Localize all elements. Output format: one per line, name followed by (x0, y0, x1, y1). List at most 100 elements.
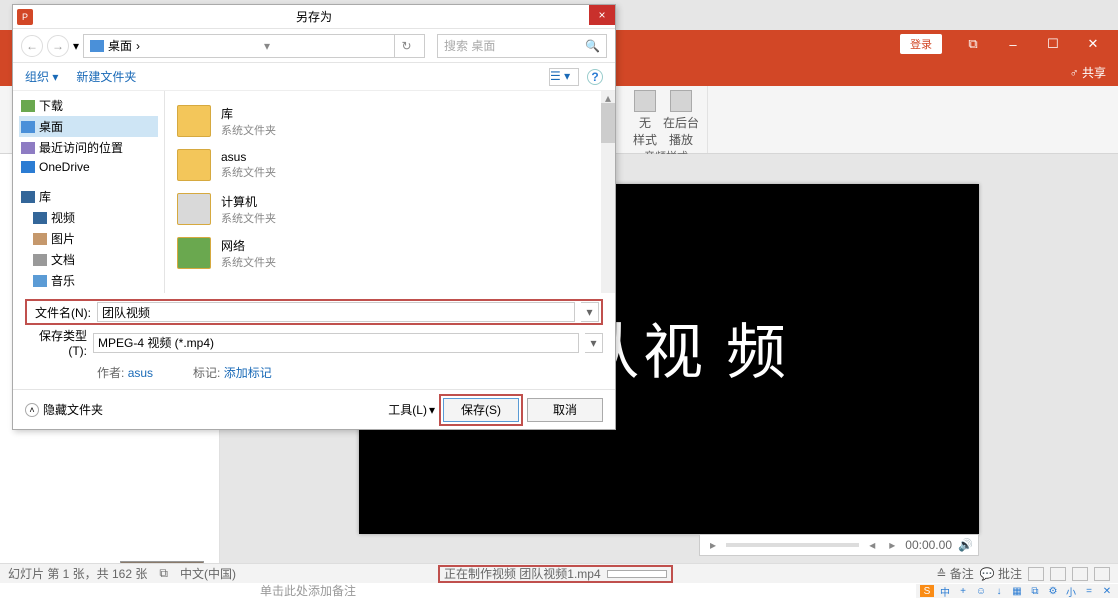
filetype-dropdown[interactable]: ▾ (585, 333, 603, 353)
folder-icon (177, 149, 211, 181)
tree-videos[interactable]: 视频 (19, 207, 158, 228)
tags-label: 标记: (193, 366, 220, 380)
help-icon[interactable]: ? (587, 69, 603, 85)
filetype-label: 保存类型(T): (25, 327, 87, 358)
tree-onedrive[interactable]: OneDrive (19, 158, 158, 176)
ime-settings[interactable]: ⚙ (1046, 585, 1060, 597)
ime-size[interactable]: 小 (1064, 585, 1078, 597)
next-icon[interactable]: ▸ (885, 538, 899, 552)
maximize-button[interactable]: ☐ (1036, 33, 1070, 55)
history-dropdown[interactable]: ▾ (73, 39, 79, 53)
desktop-icon (90, 40, 104, 52)
chevron-right-icon[interactable]: › (136, 39, 140, 53)
ime-lang[interactable]: 中 (938, 585, 952, 597)
prev-icon[interactable]: ◂ (865, 538, 879, 552)
ime-emoji[interactable]: ☺ (974, 585, 988, 597)
ribbon-group-audio-style: 无 样式 在后台 播放 音频样式 (625, 86, 708, 153)
search-icon[interactable]: 🔍 (585, 39, 600, 53)
no-style-button[interactable]: 无 样式 (633, 90, 657, 148)
organize-menu[interactable]: 组织 ▾ (25, 68, 58, 85)
ime-punct[interactable]: + (956, 585, 970, 597)
dialog-toolbar: 组织 ▾ 新建文件夹 ☰ ▾ ? (13, 63, 615, 91)
ime-toolbar[interactable]: S 中 + ☺ ↓ ▦ ⧉ ⚙ 小 = ✕ (916, 584, 1118, 598)
share-label: 共享 (1082, 66, 1106, 80)
view-mode-button[interactable]: ☰ ▾ (549, 68, 579, 86)
notes-toggle[interactable]: ≙ 备注 (936, 565, 973, 582)
slideshow-view-icon[interactable] (1094, 567, 1110, 581)
comments-toggle[interactable]: 💬 批注 (980, 565, 1022, 582)
close-button[interactable]: ✕ (1076, 33, 1110, 55)
file-item[interactable]: 网络系统文件夹 (177, 231, 603, 275)
reading-view-icon[interactable] (1072, 567, 1088, 581)
volume-icon[interactable]: 🔊 (958, 538, 972, 552)
address-dropdown[interactable]: ▾ (264, 39, 270, 53)
dialog-close-button[interactable]: × (589, 5, 615, 25)
chevron-down-icon: ▾ (429, 403, 435, 417)
author-label: 作者: (97, 366, 124, 380)
filetype-select[interactable]: MPEG-4 视频 (*.mp4) (93, 333, 579, 353)
language-indicator[interactable]: 中文(中国) (180, 565, 236, 582)
tree-pictures[interactable]: 图片 (19, 228, 158, 249)
ime-icon[interactable]: S (920, 585, 934, 597)
file-list[interactable]: 库系统文件夹 asus系统文件夹 计算机系统文件夹 网络系统文件夹 ▴ (165, 91, 615, 293)
dialog-title: 另存为 (296, 8, 332, 25)
filename-label: 文件名(N): (29, 304, 91, 321)
ime-close[interactable]: ✕ (1100, 585, 1114, 597)
play-icon[interactable]: ▸ (706, 538, 720, 552)
progress-bar (607, 570, 667, 578)
ime-pad[interactable]: ⧉ (1028, 585, 1042, 597)
breadcrumb-segment[interactable]: 桌面 (108, 37, 132, 54)
tree-music[interactable]: 音乐 (19, 270, 158, 291)
tree-recent[interactable]: 最近访问的位置 (19, 137, 158, 158)
dialog-nav: ← → ▾ 桌面 › ▾ ↻ 搜索 桌面 🔍 (13, 29, 615, 63)
ime-min[interactable]: = (1082, 585, 1096, 597)
cancel-button[interactable]: 取消 (527, 398, 603, 422)
filename-dropdown[interactable]: ▾ (581, 302, 599, 322)
save-as-dialog: P 另存为 × ← → ▾ 桌面 › ▾ ↻ 搜索 桌面 🔍 组织 ▾ 新建文件… (12, 4, 616, 430)
nav-tree[interactable]: 下载 桌面 最近访问的位置 OneDrive 库 视频 图片 文档 音乐 (13, 91, 165, 293)
minimize-button[interactable]: – (996, 33, 1030, 55)
app-icon: P (17, 9, 33, 25)
search-input[interactable]: 搜索 桌面 🔍 (437, 34, 607, 58)
tree-libraries[interactable]: 库 (19, 186, 158, 207)
new-folder-button[interactable]: 新建文件夹 (76, 68, 136, 85)
normal-view-icon[interactable] (1028, 567, 1044, 581)
file-item[interactable]: 计算机系统文件夹 (177, 187, 603, 231)
search-placeholder: 搜索 桌面 (444, 37, 495, 54)
seek-bar[interactable] (726, 543, 859, 547)
tab-view-icon[interactable]: ⧉ (956, 33, 990, 55)
save-button[interactable]: 保存(S) (443, 398, 519, 422)
refresh-button[interactable]: ↻ (394, 34, 418, 58)
login-button[interactable]: 登录 (900, 34, 942, 54)
media-control-bar[interactable]: ▸ ◂ ▸ 00:00.00 🔊 (699, 534, 979, 556)
file-item[interactable]: asus系统文件夹 (177, 143, 603, 187)
sorter-view-icon[interactable] (1050, 567, 1066, 581)
share-button[interactable]: ♂ 共享 (1070, 64, 1106, 81)
time-display: 00:00.00 (905, 538, 952, 552)
play-in-bg-button[interactable]: 在后台 播放 (663, 90, 699, 148)
spellcheck-icon[interactable]: ⧉ (159, 566, 168, 581)
folder-icon (177, 105, 211, 137)
scrollbar[interactable]: ▴ (601, 91, 615, 293)
filename-input[interactable]: 团队视频 (97, 302, 575, 322)
dialog-fields: 文件名(N): 团队视频 ▾ 保存类型(T): MPEG-4 视频 (*.mp4… (13, 293, 615, 389)
back-button[interactable]: ← (21, 35, 43, 57)
dialog-footer: ˄隐藏文件夹 工具(L) ▾ 保存(S) 取消 (13, 389, 615, 429)
computer-icon (177, 193, 211, 225)
tree-downloads[interactable]: 下载 (19, 95, 158, 116)
tools-menu[interactable]: 工具(L) ▾ (388, 401, 435, 418)
dialog-titlebar: P 另存为 × (13, 5, 615, 29)
tree-desktop[interactable]: 桌面 (19, 116, 158, 137)
ime-mic[interactable]: ↓ (992, 585, 1006, 597)
ime-keyboard[interactable]: ▦ (1010, 585, 1024, 597)
no-style-icon (634, 90, 656, 112)
address-bar[interactable]: 桌面 › ▾ ↻ (83, 34, 425, 58)
forward-button[interactable]: → (47, 35, 69, 57)
network-icon (177, 237, 211, 269)
tree-documents[interactable]: 文档 (19, 249, 158, 270)
chevron-up-icon: ˄ (25, 403, 39, 417)
file-item[interactable]: 库系统文件夹 (177, 99, 603, 143)
tags-value[interactable]: 添加标记 (224, 366, 272, 380)
hide-folders-toggle[interactable]: ˄隐藏文件夹 (25, 401, 103, 418)
author-value[interactable]: asus (128, 366, 153, 380)
